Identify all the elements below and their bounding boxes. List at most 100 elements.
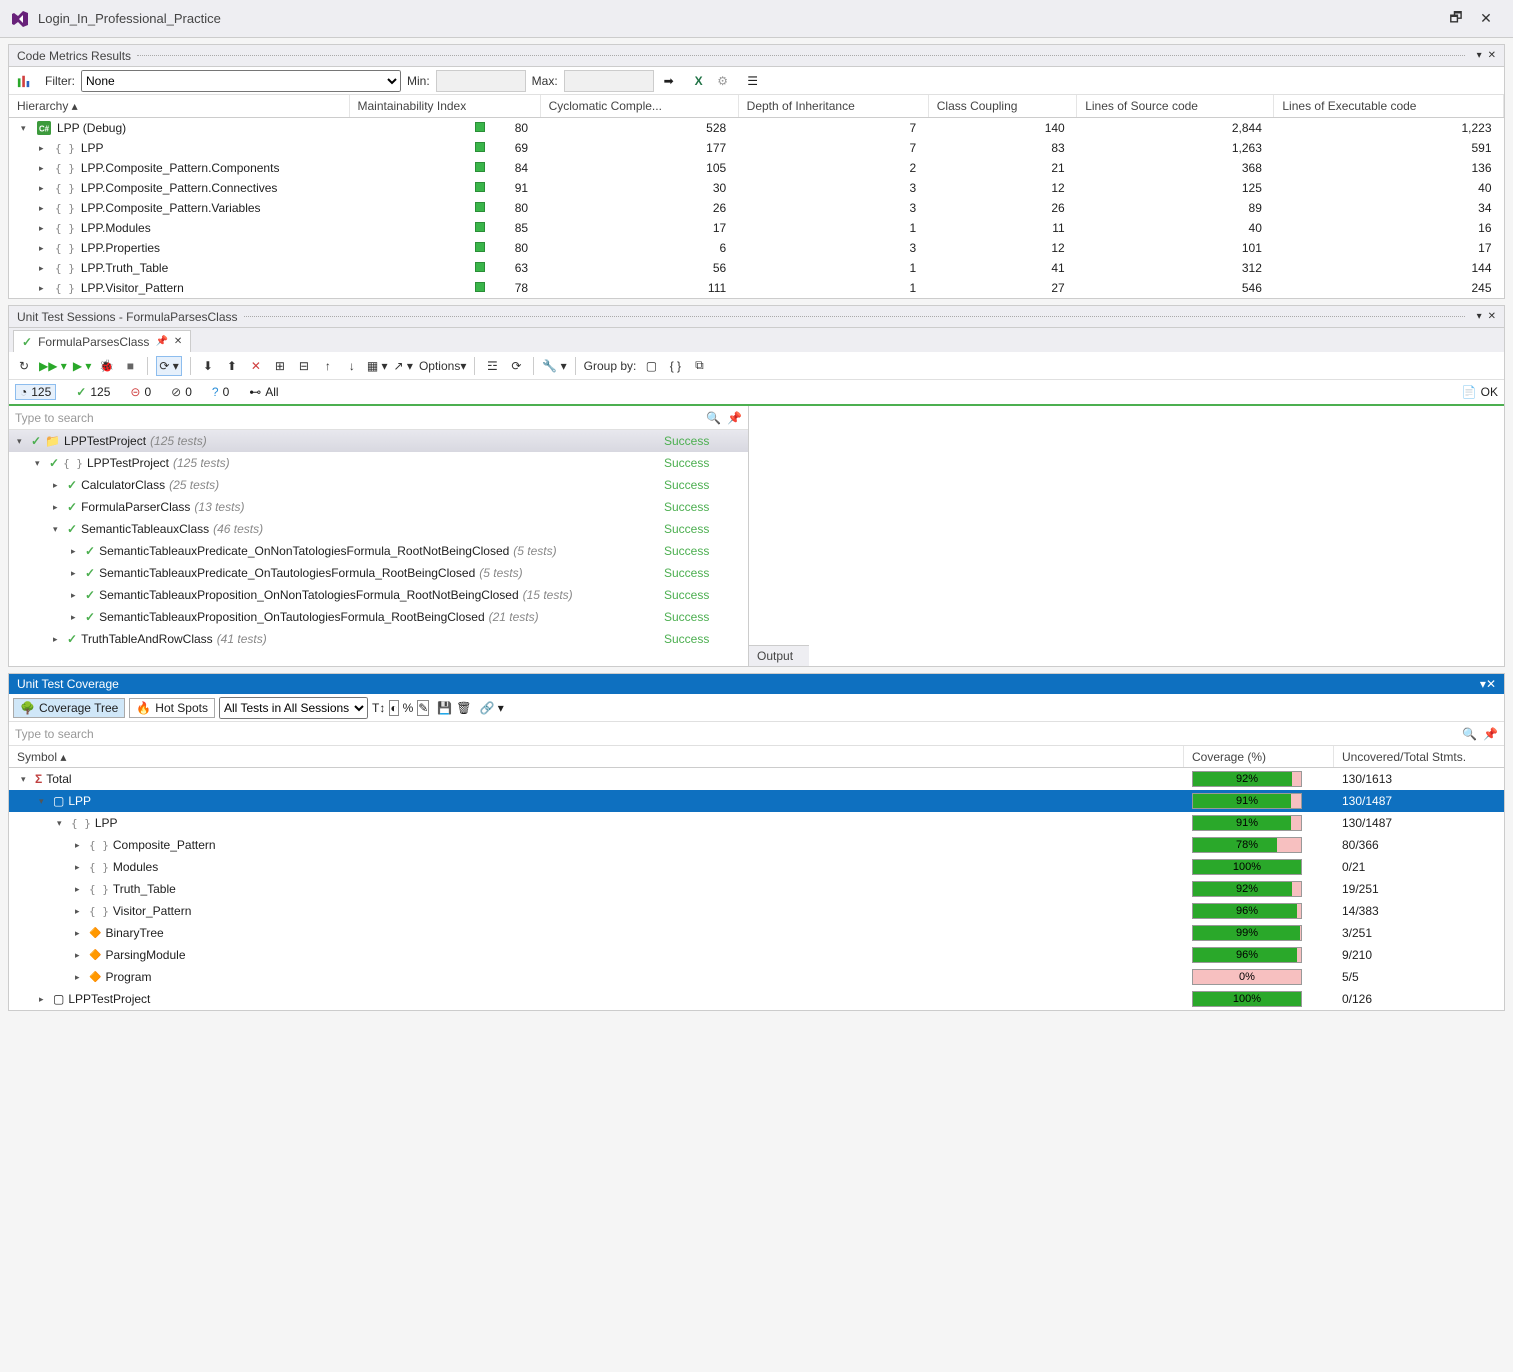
pin-icon[interactable]: 📌: [155, 336, 167, 347]
group-project-icon[interactable]: ▢: [642, 356, 660, 376]
run-icon[interactable]: ▶ ▾: [73, 356, 92, 376]
options-button[interactable]: Options ▾: [419, 356, 466, 376]
group-ns-icon[interactable]: { }: [666, 356, 684, 376]
col-header[interactable]: Maintainability Index: [349, 95, 540, 118]
search-icon[interactable]: 🔍: [706, 411, 721, 425]
col-stmts[interactable]: Uncovered/Total Stmts.: [1334, 746, 1504, 767]
coverage-row[interactable]: ▸🔶BinaryTree99%3/251: [9, 922, 1504, 944]
list-icon[interactable]: ☰: [744, 72, 762, 90]
coverage-row[interactable]: ▾{ }LPP91%130/1487: [9, 812, 1504, 834]
edit-icon[interactable]: ✎: [417, 700, 429, 716]
panel-close-icon[interactable]: ✕: [1486, 677, 1496, 691]
table-row[interactable]: ▸{ }LPP.Composite_Pattern.Components 841…: [9, 158, 1504, 178]
sessions-select[interactable]: All Tests in All Sessions: [219, 697, 368, 719]
trash-icon[interactable]: 🗑: [456, 701, 471, 715]
run-all-icon[interactable]: ▶▶ ▾: [39, 356, 67, 376]
type-icon[interactable]: T↕: [372, 701, 385, 715]
table-row[interactable]: ▸{ }LPP.Properties 80631210117: [9, 238, 1504, 258]
coverage-row[interactable]: ▸▢LPPTestProject100%0/126: [9, 988, 1504, 1010]
test-tree-item[interactable]: ▸✓SemanticTableauxPredicate_OnNonTatolog…: [9, 540, 748, 562]
test-tree-item[interactable]: ▾✓ 📁LPPTestProject (125 tests)Success: [9, 430, 748, 452]
stop-icon[interactable]: ■: [121, 356, 139, 376]
link-icon[interactable]: 🔗 ▾: [480, 701, 504, 715]
layout-icon[interactable]: ▦ ▾: [367, 356, 388, 376]
table-row[interactable]: ▸{ }LPP.Visitor_Pattern 78111127546245: [9, 278, 1504, 298]
close-tab-icon[interactable]: ✕: [174, 336, 182, 347]
coverage-row[interactable]: ▸{ }Truth_Table92%19/251: [9, 878, 1504, 900]
search-icon[interactable]: 🔍: [1462, 727, 1477, 741]
close-button[interactable]: ✕: [1471, 10, 1501, 27]
col-header[interactable]: Depth of Inheritance: [738, 95, 928, 118]
export-icon[interactable]: ↗ ▾: [394, 356, 413, 376]
test-tree-item[interactable]: ▾✓ { }LPPTestProject (125 tests)Success: [9, 452, 748, 474]
test-tree-item[interactable]: ▸✓FormulaParserClass (13 tests)Success: [9, 496, 748, 518]
table-row[interactable]: ▸{ }LPP.Composite_Pattern.Connectives 91…: [9, 178, 1504, 198]
col-symbol[interactable]: Symbol ▴: [9, 746, 1184, 767]
pin-icon[interactable]: 📌: [727, 411, 742, 425]
count-passed[interactable]: ✓ 125: [76, 385, 110, 399]
export-excel-icon[interactable]: X: [690, 72, 708, 90]
panel-close-icon[interactable]: ✕: [1488, 50, 1496, 61]
upload-icon[interactable]: ⬆: [223, 356, 241, 376]
track-icon[interactable]: ⟳ ▾: [156, 356, 181, 376]
count-failed[interactable]: ⊝ 0: [130, 385, 151, 399]
table-row[interactable]: ▸{ }LPP.Truth_Table 6356141312144: [9, 258, 1504, 278]
panel-close-icon[interactable]: ✕: [1488, 311, 1496, 322]
rerun-icon[interactable]: ↻: [15, 356, 33, 376]
table-row[interactable]: ▸{ }LPP.Modules 85171114016: [9, 218, 1504, 238]
col-header[interactable]: Cyclomatic Comple...: [540, 95, 738, 118]
table-row[interactable]: ▸{ }LPP 691777831,263591: [9, 138, 1504, 158]
col-coverage[interactable]: Coverage (%): [1184, 746, 1334, 767]
session-tab[interactable]: ✓ FormulaParsesClass 📌 ✕: [13, 330, 191, 352]
col-header[interactable]: Lines of Source code: [1077, 95, 1274, 118]
wrench-icon[interactable]: 🔧 ▾: [542, 356, 566, 376]
up-icon[interactable]: ↑: [319, 356, 337, 376]
col-header[interactable]: Class Coupling: [928, 95, 1076, 118]
test-search[interactable]: Type to search 🔍 📌: [9, 406, 748, 430]
coverage-row[interactable]: ▸{ }Visitor_Pattern96%14/383: [9, 900, 1504, 922]
coverage-row[interactable]: ▸{ }Modules100%0/21: [9, 856, 1504, 878]
delete-icon[interactable]: ✕: [247, 356, 265, 376]
filter-select[interactable]: None: [81, 70, 401, 92]
settings-icon[interactable]: ⚙: [714, 72, 732, 90]
col-header[interactable]: Hierarchy ▴: [9, 95, 349, 118]
dropdown-icon[interactable]: ▾: [1477, 50, 1482, 61]
table-row[interactable]: ▾C#LPP (Debug) 8052871402,8441,223: [9, 118, 1504, 139]
coverage-row[interactable]: ▸🔶Program0%5/5: [9, 966, 1504, 988]
group-class-icon[interactable]: ⧉: [690, 356, 708, 376]
download-icon[interactable]: ⬇: [199, 356, 217, 376]
dropdown-icon[interactable]: ▾: [1477, 311, 1482, 322]
table-row[interactable]: ▸{ }LPP.Composite_Pattern.Variables 8026…: [9, 198, 1504, 218]
pin-icon[interactable]: 📌: [1483, 727, 1498, 741]
test-tree-item[interactable]: ▸✓SemanticTableauxProposition_OnNonTatol…: [9, 584, 748, 606]
save-icon[interactable]: 💾: [437, 701, 452, 715]
coverage-row[interactable]: ▾▢LPP91%130/1487: [9, 790, 1504, 812]
test-tree-item[interactable]: ▸✓TruthTableAndRowClass (41 tests)Succes…: [9, 628, 748, 650]
coverage-row[interactable]: ▸{ }Composite_Pattern78%80/366: [9, 834, 1504, 856]
test-tree-item[interactable]: ▸✓CalculatorClass (25 tests)Success: [9, 474, 748, 496]
percent-icon[interactable]: %: [403, 701, 414, 715]
col-header[interactable]: Lines of Executable code: [1274, 95, 1504, 118]
test-tree-item[interactable]: ▾✓SemanticTableauxClass (46 tests)Succes…: [9, 518, 748, 540]
coverage-row[interactable]: ▸🔶ParsingModule96%9/210: [9, 944, 1504, 966]
remove-icon[interactable]: ⊟: [295, 356, 313, 376]
test-tree-item[interactable]: ▸✓SemanticTableauxProposition_OnTautolog…: [9, 606, 748, 628]
calculate-metrics-icon[interactable]: [15, 72, 33, 90]
test-tree-item[interactable]: ▸✓SemanticTableauxPredicate_OnTautologie…: [9, 562, 748, 584]
coverage-row[interactable]: ▾ΣTotal92%130/1613: [9, 768, 1504, 790]
coverage-tree-tab[interactable]: 🌳 Coverage Tree: [13, 698, 125, 718]
coverage-search[interactable]: Type to search 🔍 📌: [9, 722, 1504, 746]
count-all[interactable]: ⊷ All: [249, 385, 278, 399]
restore-button[interactable]: 🗗: [1441, 7, 1471, 31]
add-icon[interactable]: ⊞: [271, 356, 289, 376]
go-icon[interactable]: ➡: [660, 72, 678, 90]
hot-spots-tab[interactable]: 🔥 Hot Spots: [129, 698, 215, 718]
filter-icon[interactable]: ☲: [483, 356, 501, 376]
count-total[interactable]: ◔ 125: [15, 384, 56, 400]
debug-icon[interactable]: 🐞: [97, 356, 115, 376]
down-icon[interactable]: ↓: [343, 356, 361, 376]
count-ignored[interactable]: ⊘ 0: [171, 385, 192, 399]
output-tab[interactable]: Output: [749, 645, 809, 666]
highlight-icon[interactable]: ◐: [389, 700, 398, 716]
count-unknown[interactable]: ? 0: [212, 385, 229, 399]
